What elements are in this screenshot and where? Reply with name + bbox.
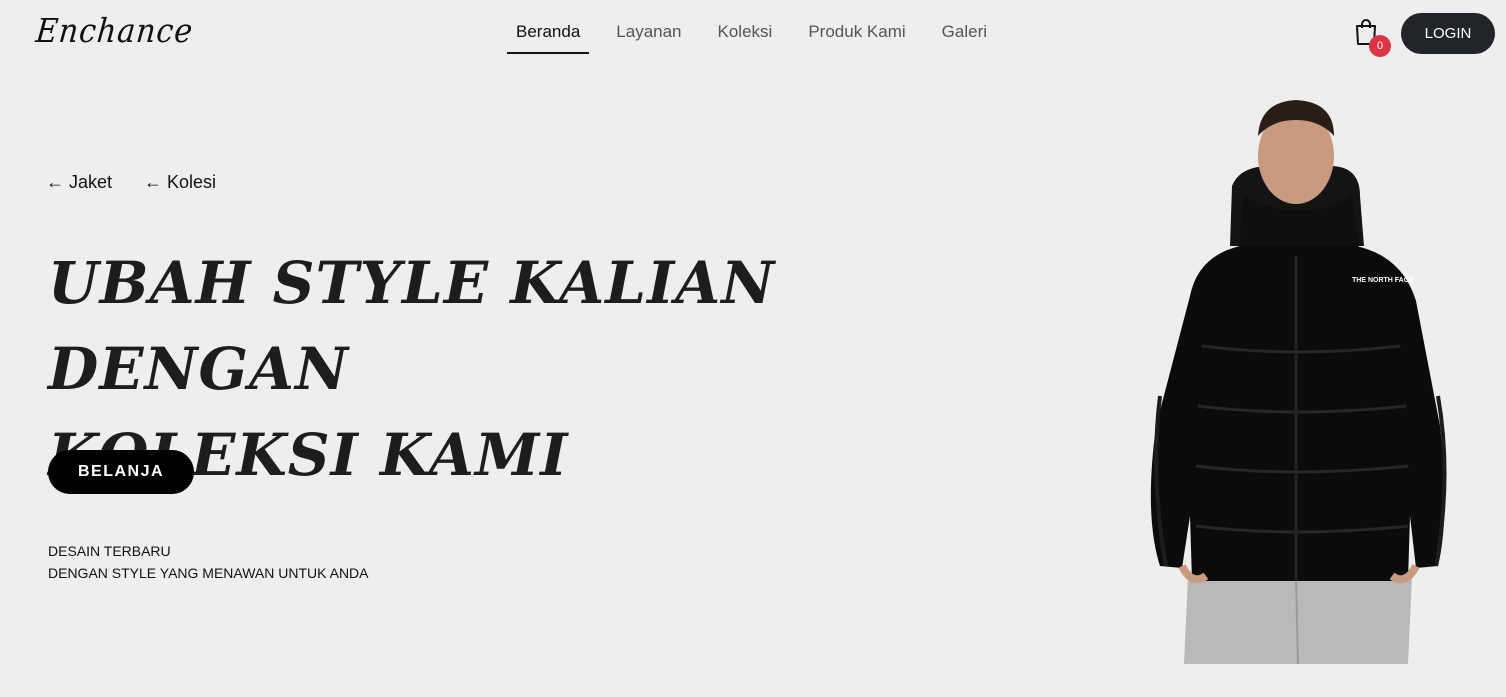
cart-count-badge: 0: [1369, 35, 1391, 57]
login-button[interactable]: LOGIN: [1401, 13, 1495, 54]
crumb-kolesi[interactable]: ← Kolesi: [144, 172, 216, 193]
tagline-line-2: DENGAN STYLE YANG MENAWAN UNTUK ANDA: [48, 565, 369, 581]
nav-link-produk-kami[interactable]: Produk Kami: [790, 12, 923, 54]
nav-link-galeri[interactable]: Galeri: [924, 12, 1005, 54]
jacket-logo-text: THE NORTH FACE: [1352, 277, 1414, 284]
headline-line-1: Ubah Style kalian dengan: [48, 249, 776, 403]
navbar: Enchance Beranda Layanan Koleksi Produk …: [0, 0, 1506, 68]
brand-logo[interactable]: Enchance: [34, 12, 195, 51]
shop-button[interactable]: BELANJA: [48, 450, 194, 494]
nav-link-koleksi[interactable]: Koleksi: [700, 12, 791, 54]
cart-button[interactable]: 0: [1354, 18, 1391, 57]
main-nav: Beranda Layanan Koleksi Produk Kami Gale…: [498, 12, 1005, 54]
hero-tagline: DESAIN TERBARU DENGAN STYLE YANG MENAWAN…: [48, 540, 369, 584]
crumb-jaket[interactable]: ← Jaket: [46, 172, 112, 193]
breadcrumb: ← Jaket ← Kolesi: [46, 172, 216, 193]
nav-link-beranda[interactable]: Beranda: [498, 12, 598, 54]
hero-model-image: THE NORTH FACE: [1150, 100, 1447, 665]
nav-link-layanan[interactable]: Layanan: [598, 12, 699, 54]
tagline-line-1: DESAIN TERBARU: [48, 543, 171, 559]
